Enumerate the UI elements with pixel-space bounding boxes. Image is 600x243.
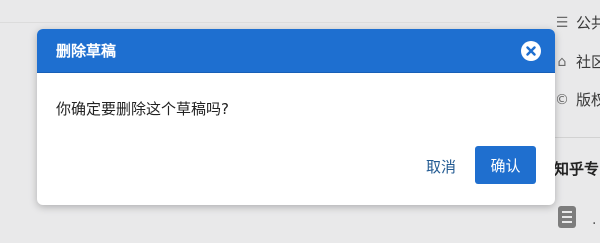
list-icon: ☰ — [555, 14, 569, 31]
confirm-button[interactable]: 确认 — [475, 146, 536, 184]
sidebar-item-label: 版权 — [576, 91, 600, 109]
dialog-header: 删除草稿 — [37, 29, 555, 73]
document-bullet: · — [592, 216, 597, 232]
delete-draft-dialog: 删除草稿 你确定要删除这个草稿吗? 取消 确认 — [37, 29, 555, 205]
dialog-message: 你确定要删除这个草稿吗? — [56, 100, 229, 118]
sidebar-item-label: 社区 — [576, 53, 600, 71]
document-icon — [558, 206, 576, 228]
sidebar-divider — [554, 137, 600, 138]
sidebar-item-public: ☰ 公共 — [554, 12, 600, 33]
dialog-title: 删除草稿 — [56, 42, 117, 60]
sidebar-item-copyright: © 版权 — [554, 89, 600, 110]
copyright-icon: © — [555, 91, 569, 108]
sidebar-item-label: 公共 — [576, 14, 600, 32]
sidebar-heading: 知乎专 — [554, 160, 600, 178]
sidebar-item-community: ⌂ 社区 — [554, 51, 600, 72]
close-button[interactable] — [521, 41, 541, 61]
background-top-divider — [0, 0, 490, 23]
cancel-button[interactable]: 取消 — [426, 156, 456, 177]
home-icon: ⌂ — [557, 53, 567, 70]
close-icon — [526, 46, 536, 56]
